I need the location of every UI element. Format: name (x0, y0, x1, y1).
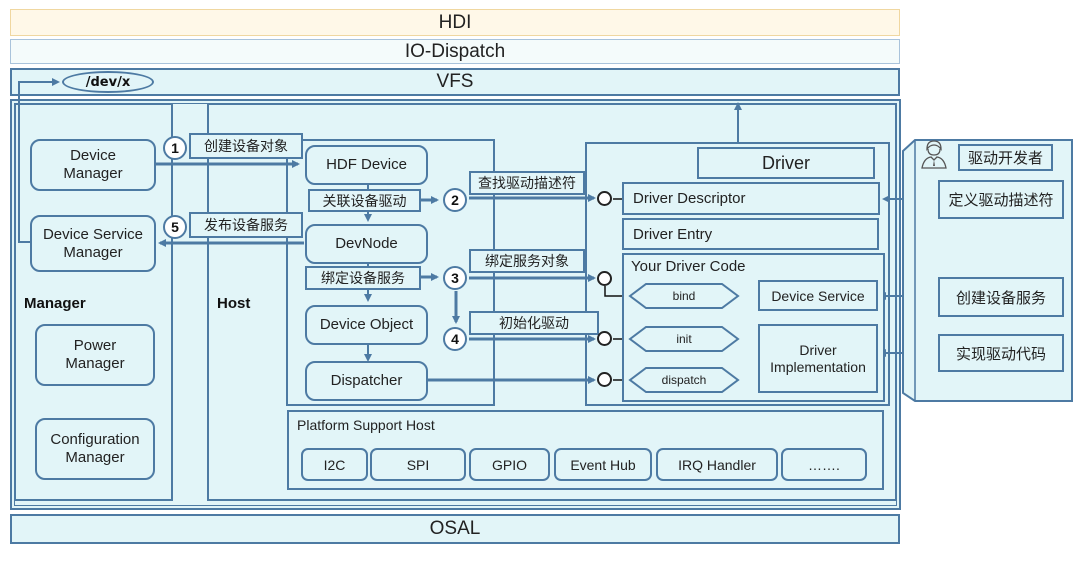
power-manager-box: Power Manager (35, 324, 155, 386)
developer-title-box: 驱动开发者 (958, 144, 1053, 171)
hdf-device-box: HDF Device (305, 145, 428, 185)
step2-label-box: 查找驱动描述符 (469, 171, 585, 195)
device-service-box: Device Service (758, 280, 878, 311)
device-object-label: Device Object (319, 316, 414, 333)
dispatch-interface-icon (597, 372, 612, 387)
io-dispatch-label: IO-Dispatch (404, 40, 506, 62)
step1-label-box: 创建设备对象 (189, 133, 303, 159)
step4-label: 初始化驱动 (499, 315, 569, 331)
platform-support-host-title: Platform Support Host (297, 417, 435, 433)
device-service-label: Device Service (771, 287, 865, 304)
bind-service-label: 绑定设备服务 (321, 270, 405, 286)
manager-title: Manager (24, 295, 86, 312)
bind-interface-icon (597, 271, 612, 286)
link-driver-label-box: 关联设备驱动 (308, 189, 421, 212)
dev-node-path: /dev/x (62, 71, 154, 93)
hdi-layer: HDI (10, 9, 900, 36)
create-service-label: 创建设备服务 (955, 289, 1046, 307)
bind-service-label-box: 绑定设备服务 (305, 266, 421, 290)
driver-entry-label: Driver Entry (633, 225, 713, 243)
platform-item-label: I2C (323, 456, 346, 473)
driver-title: Driver (762, 152, 810, 173)
device-object-box: Device Object (305, 305, 428, 345)
platform-item-irq-handler: IRQ Handler (656, 448, 778, 481)
driver-entry-box: Driver Entry (622, 218, 879, 250)
your-driver-code-title: Your Driver Code (631, 258, 746, 275)
step4-label-box: 初始化驱动 (469, 311, 599, 335)
device-manager-label: Device Manager (63, 147, 123, 182)
step1-label: 创建设备对象 (204, 138, 288, 154)
step3-label-box: 绑定服务对象 (469, 249, 585, 273)
host-title: Host (217, 295, 251, 312)
step2-label: 查找驱动描述符 (478, 175, 576, 191)
step5-label: 发布设备服务 (204, 217, 288, 233)
driver-descriptor-label: Driver Descriptor (633, 190, 746, 207)
create-service-box: 创建设备服务 (938, 277, 1064, 317)
configuration-manager-label: Configuration Manager (50, 431, 140, 466)
osal-label: OSAL (429, 518, 481, 539)
hdi-label: HDI (438, 11, 472, 33)
define-descriptor-box: 定义驱动描述符 (938, 180, 1064, 219)
platform-item-spi: SPI (370, 448, 466, 481)
step3-number: 3 (443, 266, 467, 290)
platform-item-more: ……. (781, 448, 867, 481)
osal-layer: OSAL (10, 514, 900, 544)
platform-item-label: ……. (808, 456, 840, 473)
driver-descriptor-box: Driver Descriptor (622, 182, 880, 215)
link-driver-label: 关联设备驱动 (322, 192, 407, 209)
init-interface-icon (597, 331, 612, 346)
device-manager-box: Device Manager (30, 139, 156, 191)
configuration-manager-box: Configuration Manager (35, 418, 155, 480)
platform-item-event-hub: Event Hub (554, 448, 652, 481)
step4-number: 4 (443, 327, 467, 351)
driver-implementation-box: Driver Implementation (758, 324, 878, 393)
platform-item-label: GPIO (491, 456, 527, 473)
dispatcher-box: Dispatcher (305, 361, 428, 401)
bind-label: bind (672, 289, 696, 303)
platform-item-label: SPI (406, 456, 430, 473)
driver-implementation-label: Driver Implementation (770, 341, 866, 375)
person-icon (921, 140, 947, 169)
io-dispatch-layer: IO-Dispatch (10, 39, 900, 64)
hdf-device-label: HDF Device (326, 156, 407, 173)
platform-item-label: Event Hub (570, 456, 636, 473)
init-label: init (676, 332, 692, 346)
devnode-label: DevNode (335, 235, 398, 252)
step5-label-box: 发布设备服务 (189, 212, 303, 238)
platform-item-label: IRQ Handler (678, 456, 756, 473)
platform-item-gpio: GPIO (469, 448, 550, 481)
vfs-label: VFS (436, 71, 474, 92)
step1-number: 1 (163, 136, 187, 160)
developer-title: 驱动开发者 (967, 150, 1043, 167)
platform-item-i2c: I2C (301, 448, 368, 481)
implement-code-box: 实现驱动代码 (938, 334, 1064, 372)
power-manager-label: Power Manager (65, 337, 125, 372)
devnode-box: DevNode (305, 224, 428, 264)
step5-number: 5 (163, 215, 187, 239)
step2-number: 2 (443, 188, 467, 212)
device-service-manager-label: Device Service Manager (42, 225, 144, 261)
implement-code-label: 实现驱动代码 (955, 345, 1046, 363)
descriptor-interface-icon (597, 191, 612, 206)
dispatch-label: dispatch (661, 373, 707, 387)
define-descriptor-label: 定义驱动描述符 (948, 192, 1054, 209)
driver-title-box: Driver (697, 147, 875, 179)
step3-label: 绑定服务对象 (485, 253, 569, 269)
dispatcher-label: Dispatcher (330, 372, 403, 389)
device-service-manager-box: Device Service Manager (30, 215, 156, 272)
